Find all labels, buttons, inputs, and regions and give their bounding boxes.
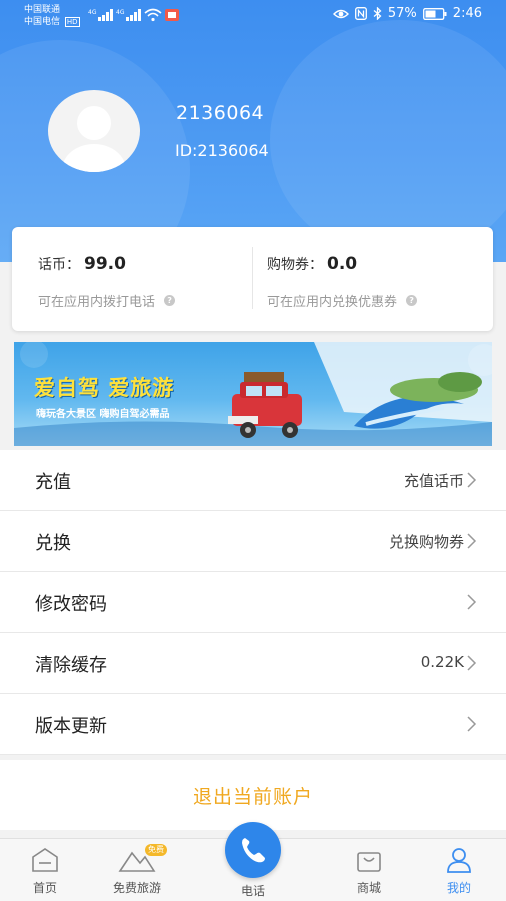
coins-hint-row: 可在应用内拨打电话 ? [38,291,176,310]
hd-badge: HD [64,17,80,27]
chevron-right-icon [467,472,477,488]
menu-item-exchange[interactable]: 兑换 兑换购物券 [0,511,506,572]
banner-subtitle: 嗨玩各大景区 嗨购自驾必需品 [36,409,170,420]
menu-item-value: 充值话币 [403,472,464,490]
nav-home[interactable]: 首页 [0,839,90,901]
call-button[interactable] [225,822,281,878]
username: 2136064 [176,102,265,124]
menu-item-change-password[interactable]: 修改密码 [0,572,506,633]
menu-item-label: 充值 [35,472,71,493]
phone-icon [242,838,265,863]
nav-free-travel[interactable]: 免费 免费旅游 [92,839,182,901]
vouchers-value: 0.0 [327,254,358,274]
chevron-right-icon [467,716,477,732]
banner-title: 爱自驾 爱旅游 [34,376,175,400]
coins-label: 话币： [38,257,80,273]
menu-item-clear-cache[interactable]: 清除缓存 0.22K [0,633,506,694]
shopping-bag-icon [357,852,381,872]
nav-phone-label: 电话 [240,884,265,898]
free-badge: 免费 [145,844,167,856]
settings-list: 充值 充值话币 兑换 兑换购物券 修改密码 清除缓存 0.22K 版本更新 [0,450,506,755]
nav-free-travel-label: 免费旅游 [112,881,161,895]
signal-icon: 4G [116,9,141,21]
network-1: 4G [88,9,97,16]
nav-mall[interactable]: 商城 [324,839,414,901]
network-2: 4G [116,9,125,16]
balance-card: 话币： 99.0 可在应用内拨打电话 ? 购物券： 0.0 可在应用内兑换优惠券 ? [12,227,493,331]
vouchers-row: 购物券： 0.0 [267,254,357,274]
signal-icon: 4G [88,9,113,21]
help-icon[interactable]: ? [406,295,418,306]
menu-item-label: 兑换 [35,533,71,554]
vouchers-label: 购物券： [267,257,323,273]
battery-percent: 57% [387,6,417,21]
menu-item-label: 修改密码 [35,594,107,615]
profile-header: 中国联通 中国电信 HD 4G 4G 57% 2:46 2136064 ID:2… [0,0,506,262]
vouchers-hint: 可在应用内兑换优惠券 [267,295,398,310]
user-icon [447,848,471,873]
carrier-info: 中国联通 中国电信 HD [24,4,80,28]
coins-value: 99.0 [84,254,126,274]
promo-banner[interactable]: 爱自驾 爱旅游 嗨玩各大景区 嗨购自驾必需品 [14,342,492,446]
coins-section[interactable]: 话币： 99.0 可在应用内拨打电话 ? [12,227,252,331]
menu-item-value: 0.22K [420,653,464,671]
menu-item-label: 清除缓存 [35,655,107,676]
menu-item-value: 兑换购物券 [388,533,464,551]
menu-item-label: 版本更新 [35,716,107,737]
chevron-right-icon [467,655,477,671]
header-decoration [270,20,506,260]
eye-icon [332,9,349,18]
logout-button[interactable]: 退出当前账户 [0,760,506,830]
vouchers-hint-row: 可在应用内兑换优惠券 ? [267,291,418,310]
carrier-2: 中国电信 [24,17,61,27]
coins-hint: 可在应用内拨打电话 [38,295,156,310]
default-avatar-icon [62,106,126,172]
nav-mine[interactable]: 我的 [414,839,504,901]
menu-item-recharge[interactable]: 充值 充值话币 [0,450,506,511]
nfc-icon [354,7,367,20]
help-icon[interactable]: ? [164,295,176,306]
carrier-1: 中国联通 [24,5,61,15]
logout-label: 退出当前账户 [192,786,313,808]
chevron-right-icon [467,533,477,549]
avatar[interactable] [48,90,140,172]
menu-item-version-update[interactable]: 版本更新 [0,694,506,755]
chevron-right-icon [467,594,477,610]
status-bar: 中国联通 中国电信 HD 4G 4G 57% 2:46 [0,0,506,32]
wifi-icon [144,8,162,22]
bluetooth-icon [373,7,382,20]
nav-mine-label: 我的 [446,881,471,895]
status-right: 57% 2:46 [332,6,482,21]
app-notification-icon [165,9,179,21]
coins-row: 话币： 99.0 [38,254,126,274]
battery-icon [422,7,447,20]
user-id: ID:2136064 [175,141,269,160]
vouchers-section[interactable]: 购物券： 0.0 可在应用内兑换优惠券 ? [253,227,493,331]
home-icon [32,848,58,872]
clock: 2:46 [452,6,482,21]
nav-mall-label: 商城 [356,881,381,895]
nav-home-label: 首页 [32,881,57,895]
